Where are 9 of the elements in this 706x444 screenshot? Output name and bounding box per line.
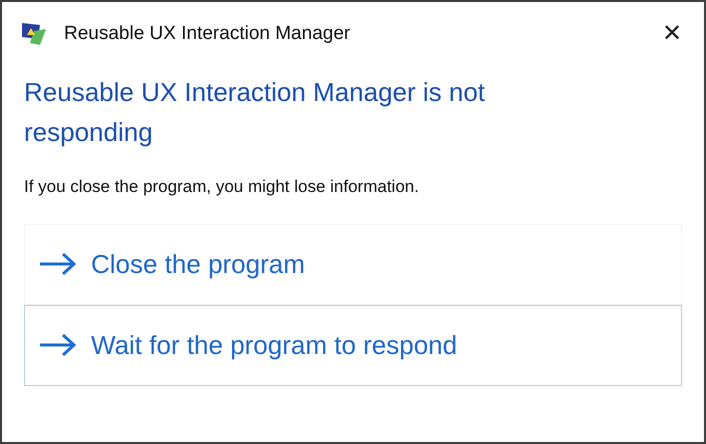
- arrow-icon: [39, 334, 77, 356]
- app-icon: [20, 21, 48, 47]
- close-button[interactable]: ✕: [642, 4, 702, 64]
- command-link[interactable]: Wait for the program to respond: [24, 304, 682, 386]
- arrow-icon: [39, 253, 77, 275]
- dialog-heading: Reusable UX Interaction Manager is not responding: [24, 76, 486, 149]
- message-text: If you close the program, you might lose information.: [24, 176, 420, 198]
- command-link[interactable]: Close the program: [24, 224, 682, 304]
- window-title: Reusable UX Interaction Manager: [64, 22, 350, 46]
